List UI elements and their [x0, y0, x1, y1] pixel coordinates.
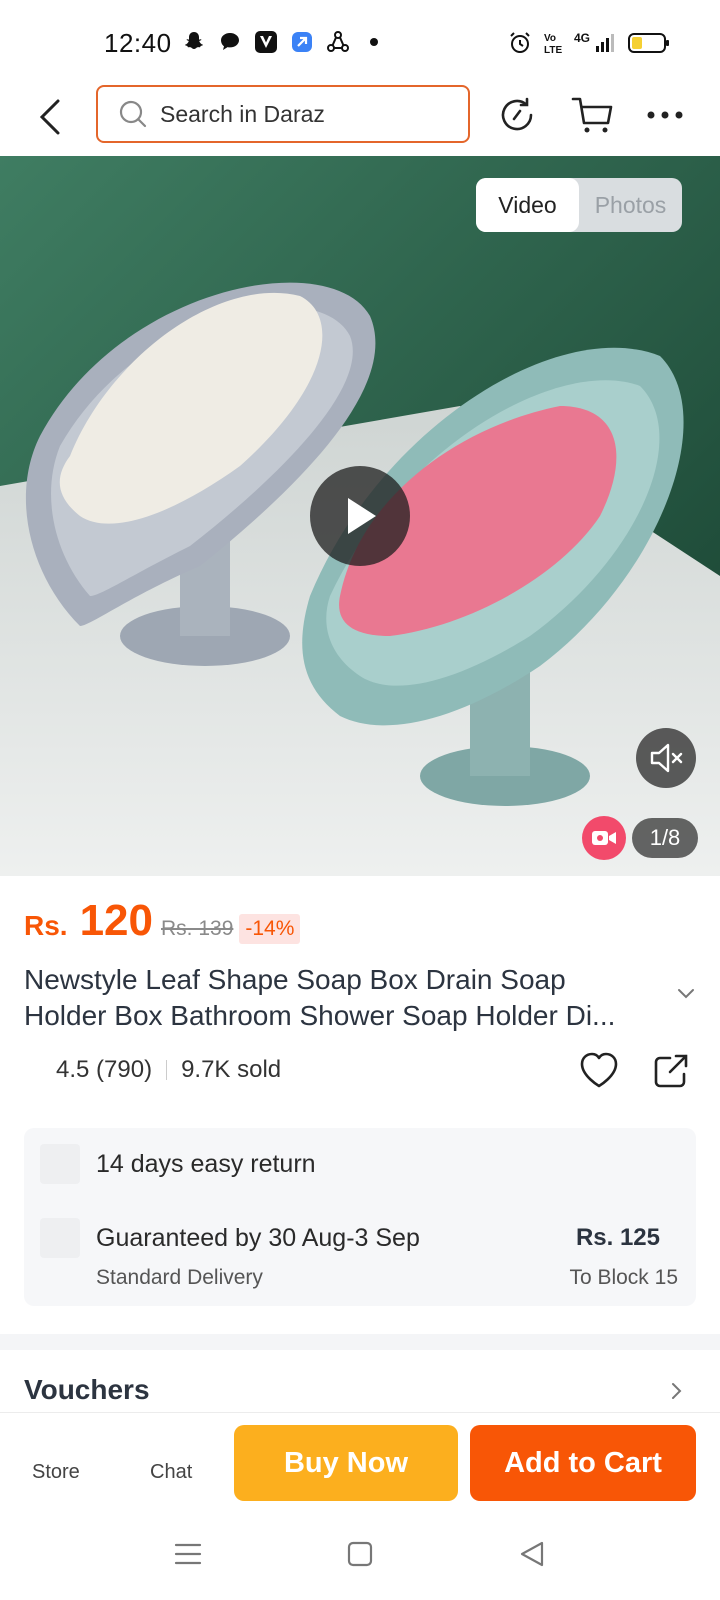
vouchers-title[interactable]: Vouchers	[24, 1374, 150, 1406]
buy-now-button[interactable]: Buy Now	[234, 1425, 458, 1501]
video-badge	[582, 816, 626, 860]
delivery-service-box[interactable]: 14 days easy return Guaranteed by 30 Aug…	[24, 1128, 696, 1306]
cart-icon	[571, 97, 613, 133]
return-icon	[40, 1144, 80, 1184]
volte-icon: VoLTE	[544, 33, 562, 56]
product-media[interactable]: Video Photos 1/8	[0, 156, 720, 876]
divider	[166, 1060, 168, 1080]
history-icon	[501, 97, 533, 131]
status-time: 12:40	[104, 28, 172, 58]
v-app-icon	[255, 31, 277, 53]
more-button[interactable]	[640, 90, 690, 140]
original-price: Rs. 139	[161, 917, 234, 940]
add-to-cart-button[interactable]: Add to Cart	[470, 1425, 696, 1501]
bottom-action-bar: Store Chat Buy Now Add to Cart	[0, 1412, 720, 1512]
status-system-icons: Vo LTE 4G	[508, 30, 670, 56]
product-title-line: Newstyle Leaf Shape Soap Box Drain Soap	[24, 964, 566, 995]
home-square-icon	[347, 1541, 373, 1567]
price-value: 120	[79, 896, 153, 945]
dot-icon	[370, 38, 378, 46]
nav-back-button[interactable]	[512, 1534, 552, 1574]
store-link[interactable]: Store	[32, 1461, 80, 1484]
signal-4g-icon: 4G	[574, 31, 614, 52]
search-icon	[119, 100, 147, 128]
video-badge-icon	[592, 831, 616, 845]
battery-icon	[628, 33, 669, 53]
delivery-icon	[40, 1218, 80, 1258]
delivery-guarantee: Guaranteed by 30 Aug-3 Sep	[96, 1224, 420, 1252]
share-icon[interactable]	[652, 1052, 690, 1090]
return-policy: 14 days easy return	[96, 1150, 316, 1178]
svg-text:Vo: Vo	[544, 33, 556, 44]
price-currency: Rs.	[24, 910, 68, 941]
mute-icon	[650, 743, 683, 773]
system-nav-bar	[0, 1512, 720, 1600]
delivery-destination: To Block 15	[569, 1266, 678, 1289]
price-row: Rs. 120 Rs. 139 -14%	[24, 896, 301, 946]
status-notification-icons	[182, 30, 386, 54]
delivery-type: Standard Delivery	[96, 1266, 263, 1289]
rating-row[interactable]: 4.5 (790) 9.7K sold	[56, 1056, 281, 1084]
media-counter: 1/8	[632, 818, 698, 858]
chevron-down-icon[interactable]	[676, 986, 696, 1000]
nav-home-button[interactable]	[340, 1534, 380, 1574]
top-header: Search in Daraz	[0, 82, 720, 156]
search-input[interactable]: Search in Daraz	[96, 85, 470, 143]
snapchat-icon	[185, 32, 203, 50]
chat-link[interactable]: Chat	[150, 1461, 192, 1484]
product-title-line: Holder Box Bathroom Shower Soap Holder D…	[24, 1000, 616, 1031]
discount-badge: -14%	[239, 914, 301, 944]
chat-bubble-icon	[221, 33, 239, 50]
heart-icon[interactable]	[578, 1050, 620, 1090]
delivery-fee: Rs. 125	[575, 1224, 660, 1251]
search-placeholder: Search in Daraz	[160, 100, 325, 127]
tab-photos[interactable]: Photos	[579, 178, 682, 232]
sold-count: 9.7K sold	[181, 1056, 282, 1083]
rating-value: 4.5 (790)	[56, 1056, 153, 1083]
mute-button[interactable]	[636, 728, 696, 788]
back-button[interactable]	[30, 92, 70, 142]
cart-button[interactable]	[568, 90, 618, 140]
history-button[interactable]	[492, 90, 542, 140]
chevron-right-icon[interactable]	[670, 1380, 684, 1402]
back-icon	[39, 99, 60, 135]
media-toggle: Video Photos	[476, 178, 682, 232]
svg-text:LTE: LTE	[544, 45, 562, 56]
back-triangle-icon	[520, 1541, 544, 1567]
play-icon	[348, 498, 376, 534]
more-icon	[647, 111, 683, 119]
menu-icon	[174, 1543, 202, 1565]
status-bar: 12:40 Vo LTE 4G	[0, 0, 720, 82]
product-title[interactable]: Newstyle Leaf Shape Soap Box Drain Soap …	[24, 962, 660, 1034]
alarm-icon	[510, 32, 530, 53]
play-button[interactable]	[310, 466, 410, 566]
blue-app-icon	[292, 32, 312, 52]
tab-video[interactable]: Video	[476, 178, 579, 232]
svg-text:4G: 4G	[574, 31, 590, 45]
share-network-icon	[327, 31, 349, 52]
nav-menu-button[interactable]	[168, 1534, 208, 1574]
section-divider	[0, 1334, 720, 1350]
